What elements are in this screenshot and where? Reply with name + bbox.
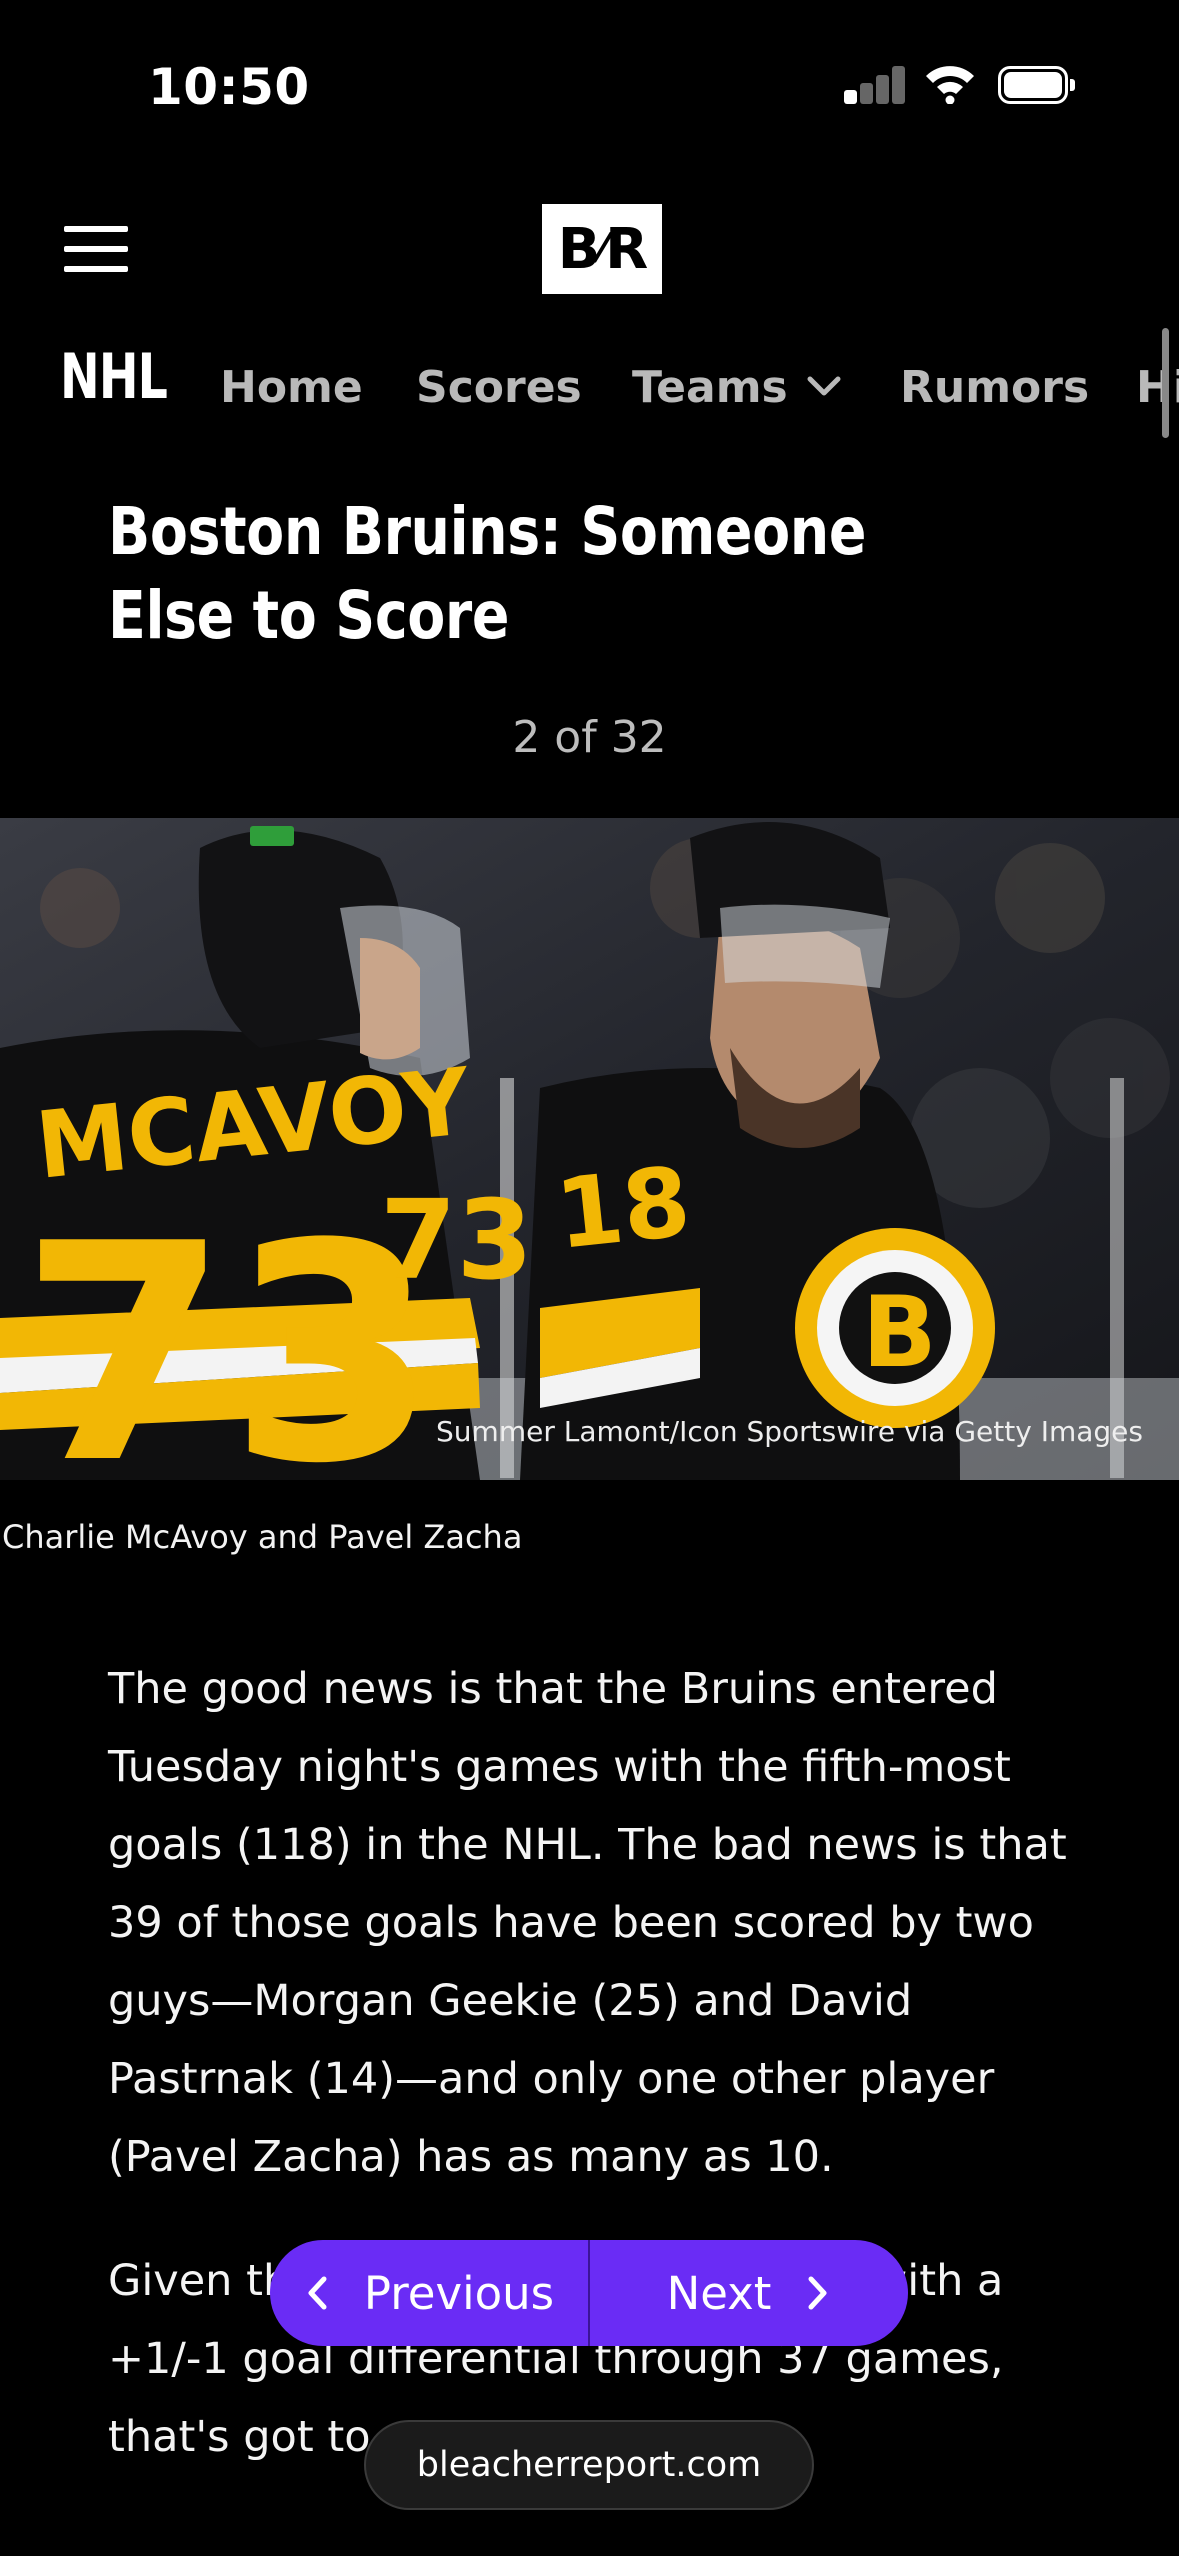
slide-navigation: Previous Next xyxy=(270,2240,908,2346)
battery-icon xyxy=(998,66,1076,104)
article-body: The good news is that the Bruins entered… xyxy=(108,1650,1098,2522)
section-nav: NHL Home Scores Teams Rumors Hi xyxy=(0,328,1179,440)
status-time: 10:50 xyxy=(148,58,310,116)
svg-text:B: B xyxy=(862,1276,937,1390)
nav-item-highlights[interactable]: Hi xyxy=(1136,362,1179,413)
nav-item-home[interactable]: Home xyxy=(220,362,363,413)
chevron-down-icon[interactable] xyxy=(806,374,842,398)
nav-item-rumors[interactable]: Rumors xyxy=(900,362,1089,413)
logo-letter-b: B xyxy=(557,216,601,282)
logo-letter-r: R xyxy=(605,216,648,282)
scrollbar[interactable] xyxy=(1162,328,1169,438)
jersey-number-left: 73 xyxy=(20,1180,437,1480)
nav-item-scores[interactable]: Scores xyxy=(416,362,582,413)
previous-button[interactable]: Previous xyxy=(270,2240,588,2346)
previous-label: Previous xyxy=(363,2266,555,2320)
sleeve-number: 73 xyxy=(380,1176,533,1304)
next-label: Next xyxy=(666,2266,772,2320)
url-text: bleacherreport.com xyxy=(416,2445,762,2485)
jersey-number-right: 18 xyxy=(551,1146,696,1271)
slide-counter: 2 of 32 xyxy=(512,712,667,763)
chevron-left-icon xyxy=(308,2276,327,2310)
article-paragraph: The good news is that the Bruins entered… xyxy=(108,1664,1067,2182)
next-button[interactable]: Next xyxy=(590,2240,908,2346)
article-headline: Boston Bruins: Someone Else to Score xyxy=(108,493,867,654)
bleacher-report-logo[interactable]: B ⁄ R xyxy=(542,204,662,294)
menu-icon[interactable] xyxy=(64,226,128,272)
logo-slash-icon: ⁄ xyxy=(599,226,606,272)
article-photo: MCAVOY 73 73 18 B Summer Lamont/Icon Spo… xyxy=(0,818,1179,1480)
browser-url-bar[interactable]: bleacherreport.com xyxy=(364,2420,814,2510)
nav-league-title[interactable]: NHL xyxy=(60,340,168,413)
hockey-players-illustration: MCAVOY 73 73 18 B xyxy=(0,818,1179,1480)
chevron-right-icon xyxy=(808,2276,827,2310)
wifi-icon xyxy=(926,66,974,104)
nav-item-teams[interactable]: Teams xyxy=(632,362,788,413)
photo-caption: Charlie McAvoy and Pavel Zacha xyxy=(2,1518,523,1556)
photo-credit: Summer Lamont/Icon Sportswire via Getty … xyxy=(436,1415,1143,1448)
cellular-signal-icon xyxy=(844,66,906,104)
